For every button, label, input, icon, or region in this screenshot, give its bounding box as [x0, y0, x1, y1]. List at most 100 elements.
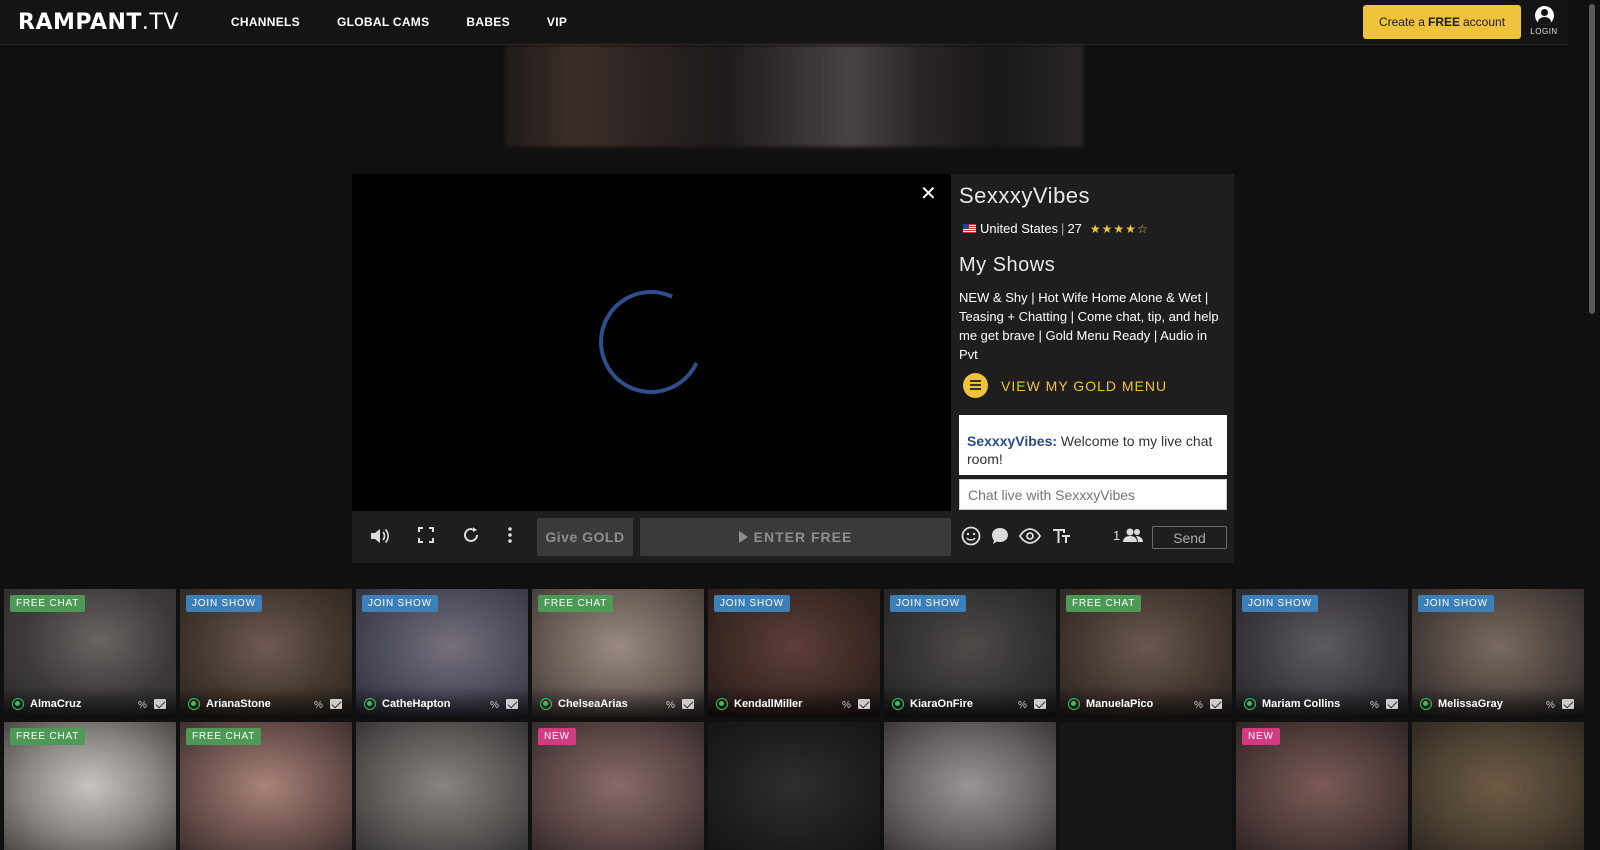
status-badge: FREE CHAT: [10, 728, 86, 745]
tile-username: KiaraOnFire: [910, 698, 973, 710]
chat-sender: SexxxyVibes:: [967, 433, 1058, 449]
tile-username: CatheHapton: [382, 698, 451, 710]
view-gold-menu-link[interactable]: VIEW MY GOLD MENU: [963, 373, 1167, 398]
chat-bubble-icon[interactable]: [990, 526, 1010, 546]
status-badge: JOIN SHOW: [890, 595, 966, 612]
tile-thumbnail: [1412, 722, 1584, 850]
model-tile[interactable]: JOIN SHOW ArianaStone %: [180, 589, 352, 717]
top-header: RAMPANT.TV CHANNELS GLOBAL CAMS BABES VI…: [0, 0, 1568, 45]
model-tile[interactable]: [884, 722, 1056, 850]
login-button[interactable]: LOGIN: [1527, 6, 1561, 36]
model-tile[interactable]: JOIN SHOW Mariam Collins %: [1236, 589, 1408, 717]
message-icon[interactable]: [1562, 699, 1574, 709]
message-icon[interactable]: [154, 699, 166, 709]
page-scrollbar[interactable]: [1588, 0, 1596, 834]
model-tile[interactable]: JOIN SHOW MelissaGray %: [1412, 589, 1584, 717]
online-icon: [1244, 698, 1256, 710]
model-tile[interactable]: [1412, 722, 1584, 850]
model-tile[interactable]: NEW: [532, 722, 704, 850]
viewer-count-value: 1: [1113, 527, 1121, 543]
model-tile[interactable]: FREE CHAT: [4, 722, 176, 850]
online-icon: [188, 698, 200, 710]
status-badge: JOIN SHOW: [1242, 595, 1318, 612]
discount-icon[interactable]: %: [314, 700, 323, 711]
model-country: United States: [980, 221, 1059, 236]
scrollbar-thumb[interactable]: [1589, 4, 1595, 314]
model-tile[interactable]: NEW: [1236, 722, 1408, 850]
send-button[interactable]: Send: [1152, 526, 1227, 549]
text-size-icon[interactable]: [1051, 526, 1071, 546]
model-tile[interactable]: FREE CHAT ChelseaArias %: [532, 589, 704, 717]
more-options-icon[interactable]: [507, 526, 513, 544]
tile-username: KendallMiller: [734, 698, 803, 710]
model-tile[interactable]: JOIN SHOW CatheHapton %: [356, 589, 528, 717]
gold-menu-icon: [963, 373, 988, 398]
logo-main: RAMPANT: [18, 9, 142, 35]
status-badge: JOIN SHOW: [186, 595, 262, 612]
model-tile[interactable]: [708, 722, 880, 850]
model-tile[interactable]: [1060, 722, 1232, 850]
message-icon[interactable]: [330, 699, 342, 709]
online-icon: [364, 698, 376, 710]
nav-channels[interactable]: CHANNELS: [231, 15, 300, 29]
discount-icon[interactable]: %: [1194, 700, 1203, 711]
status-badge: NEW: [1242, 728, 1280, 745]
discount-icon[interactable]: %: [1018, 700, 1027, 711]
tile-username: Mariam Collins: [1262, 698, 1341, 710]
rating-stars: ★★★★☆: [1089, 221, 1149, 236]
model-tile[interactable]: FREE CHAT ManuelaPico %: [1060, 589, 1232, 717]
close-icon[interactable]: ✕: [920, 184, 937, 204]
model-tile[interactable]: JOIN SHOW KiaraOnFire %: [884, 589, 1056, 717]
volume-icon[interactable]: [369, 526, 391, 546]
emoji-icon[interactable]: [961, 526, 981, 546]
model-tile[interactable]: [356, 722, 528, 850]
message-icon[interactable]: [506, 699, 518, 709]
login-label: LOGIN: [1530, 27, 1558, 36]
message-icon[interactable]: [858, 699, 870, 709]
eye-icon[interactable]: [1019, 526, 1041, 546]
model-tile[interactable]: JOIN SHOW KendallMiller %: [708, 589, 880, 717]
us-flag-icon: [963, 224, 976, 233]
message-icon[interactable]: [1210, 699, 1222, 709]
play-icon: [738, 531, 748, 543]
status-badge: JOIN SHOW: [714, 595, 790, 612]
enter-free-button[interactable]: ENTER FREE: [640, 518, 951, 556]
tile-thumbnail: [884, 722, 1056, 850]
create-account-button[interactable]: Create a FREE account: [1363, 5, 1521, 39]
status-badge: FREE CHAT: [538, 595, 614, 612]
nav-vip[interactable]: VIP: [547, 15, 567, 29]
tile-username: AlmaCruz: [30, 698, 82, 710]
message-icon[interactable]: [1034, 699, 1046, 709]
people-icon: [1123, 528, 1144, 542]
create-bold: FREE: [1427, 15, 1460, 29]
top-banner[interactable]: [505, 45, 1083, 147]
user-icon: [1534, 6, 1554, 25]
model-tile[interactable]: FREE CHAT: [180, 722, 352, 850]
model-meta: United States | 27 ★★★★☆: [963, 221, 1149, 236]
nav-babes[interactable]: BABES: [466, 15, 510, 29]
discount-icon[interactable]: %: [1546, 700, 1555, 711]
give-gold-button[interactable]: Give GOLD: [537, 518, 633, 556]
discount-icon[interactable]: %: [138, 700, 147, 711]
nav-global-cams[interactable]: GLOBAL CAMS: [337, 15, 429, 29]
status-badge: JOIN SHOW: [1418, 595, 1494, 612]
discount-icon[interactable]: %: [1370, 700, 1379, 711]
discount-icon[interactable]: %: [490, 700, 499, 711]
tile-thumbnail: [708, 722, 880, 850]
online-icon: [12, 698, 24, 710]
status-badge: JOIN SHOW: [362, 595, 438, 612]
online-icon: [716, 698, 728, 710]
refresh-icon[interactable]: [462, 526, 480, 544]
tile-thumbnail: [1060, 722, 1232, 850]
model-tile[interactable]: FREE CHAT AlmaCruz %: [4, 589, 176, 717]
site-logo[interactable]: RAMPANT.TV: [18, 10, 179, 35]
viewer-count: 1: [1113, 527, 1144, 543]
discount-icon[interactable]: %: [842, 700, 851, 711]
discount-icon[interactable]: %: [666, 700, 675, 711]
chat-input[interactable]: [959, 479, 1227, 510]
message-icon[interactable]: [1386, 699, 1398, 709]
message-icon[interactable]: [682, 699, 694, 709]
model-age: 27: [1067, 221, 1082, 236]
status-badge: FREE CHAT: [1066, 595, 1142, 612]
fullscreen-icon[interactable]: [417, 526, 435, 544]
